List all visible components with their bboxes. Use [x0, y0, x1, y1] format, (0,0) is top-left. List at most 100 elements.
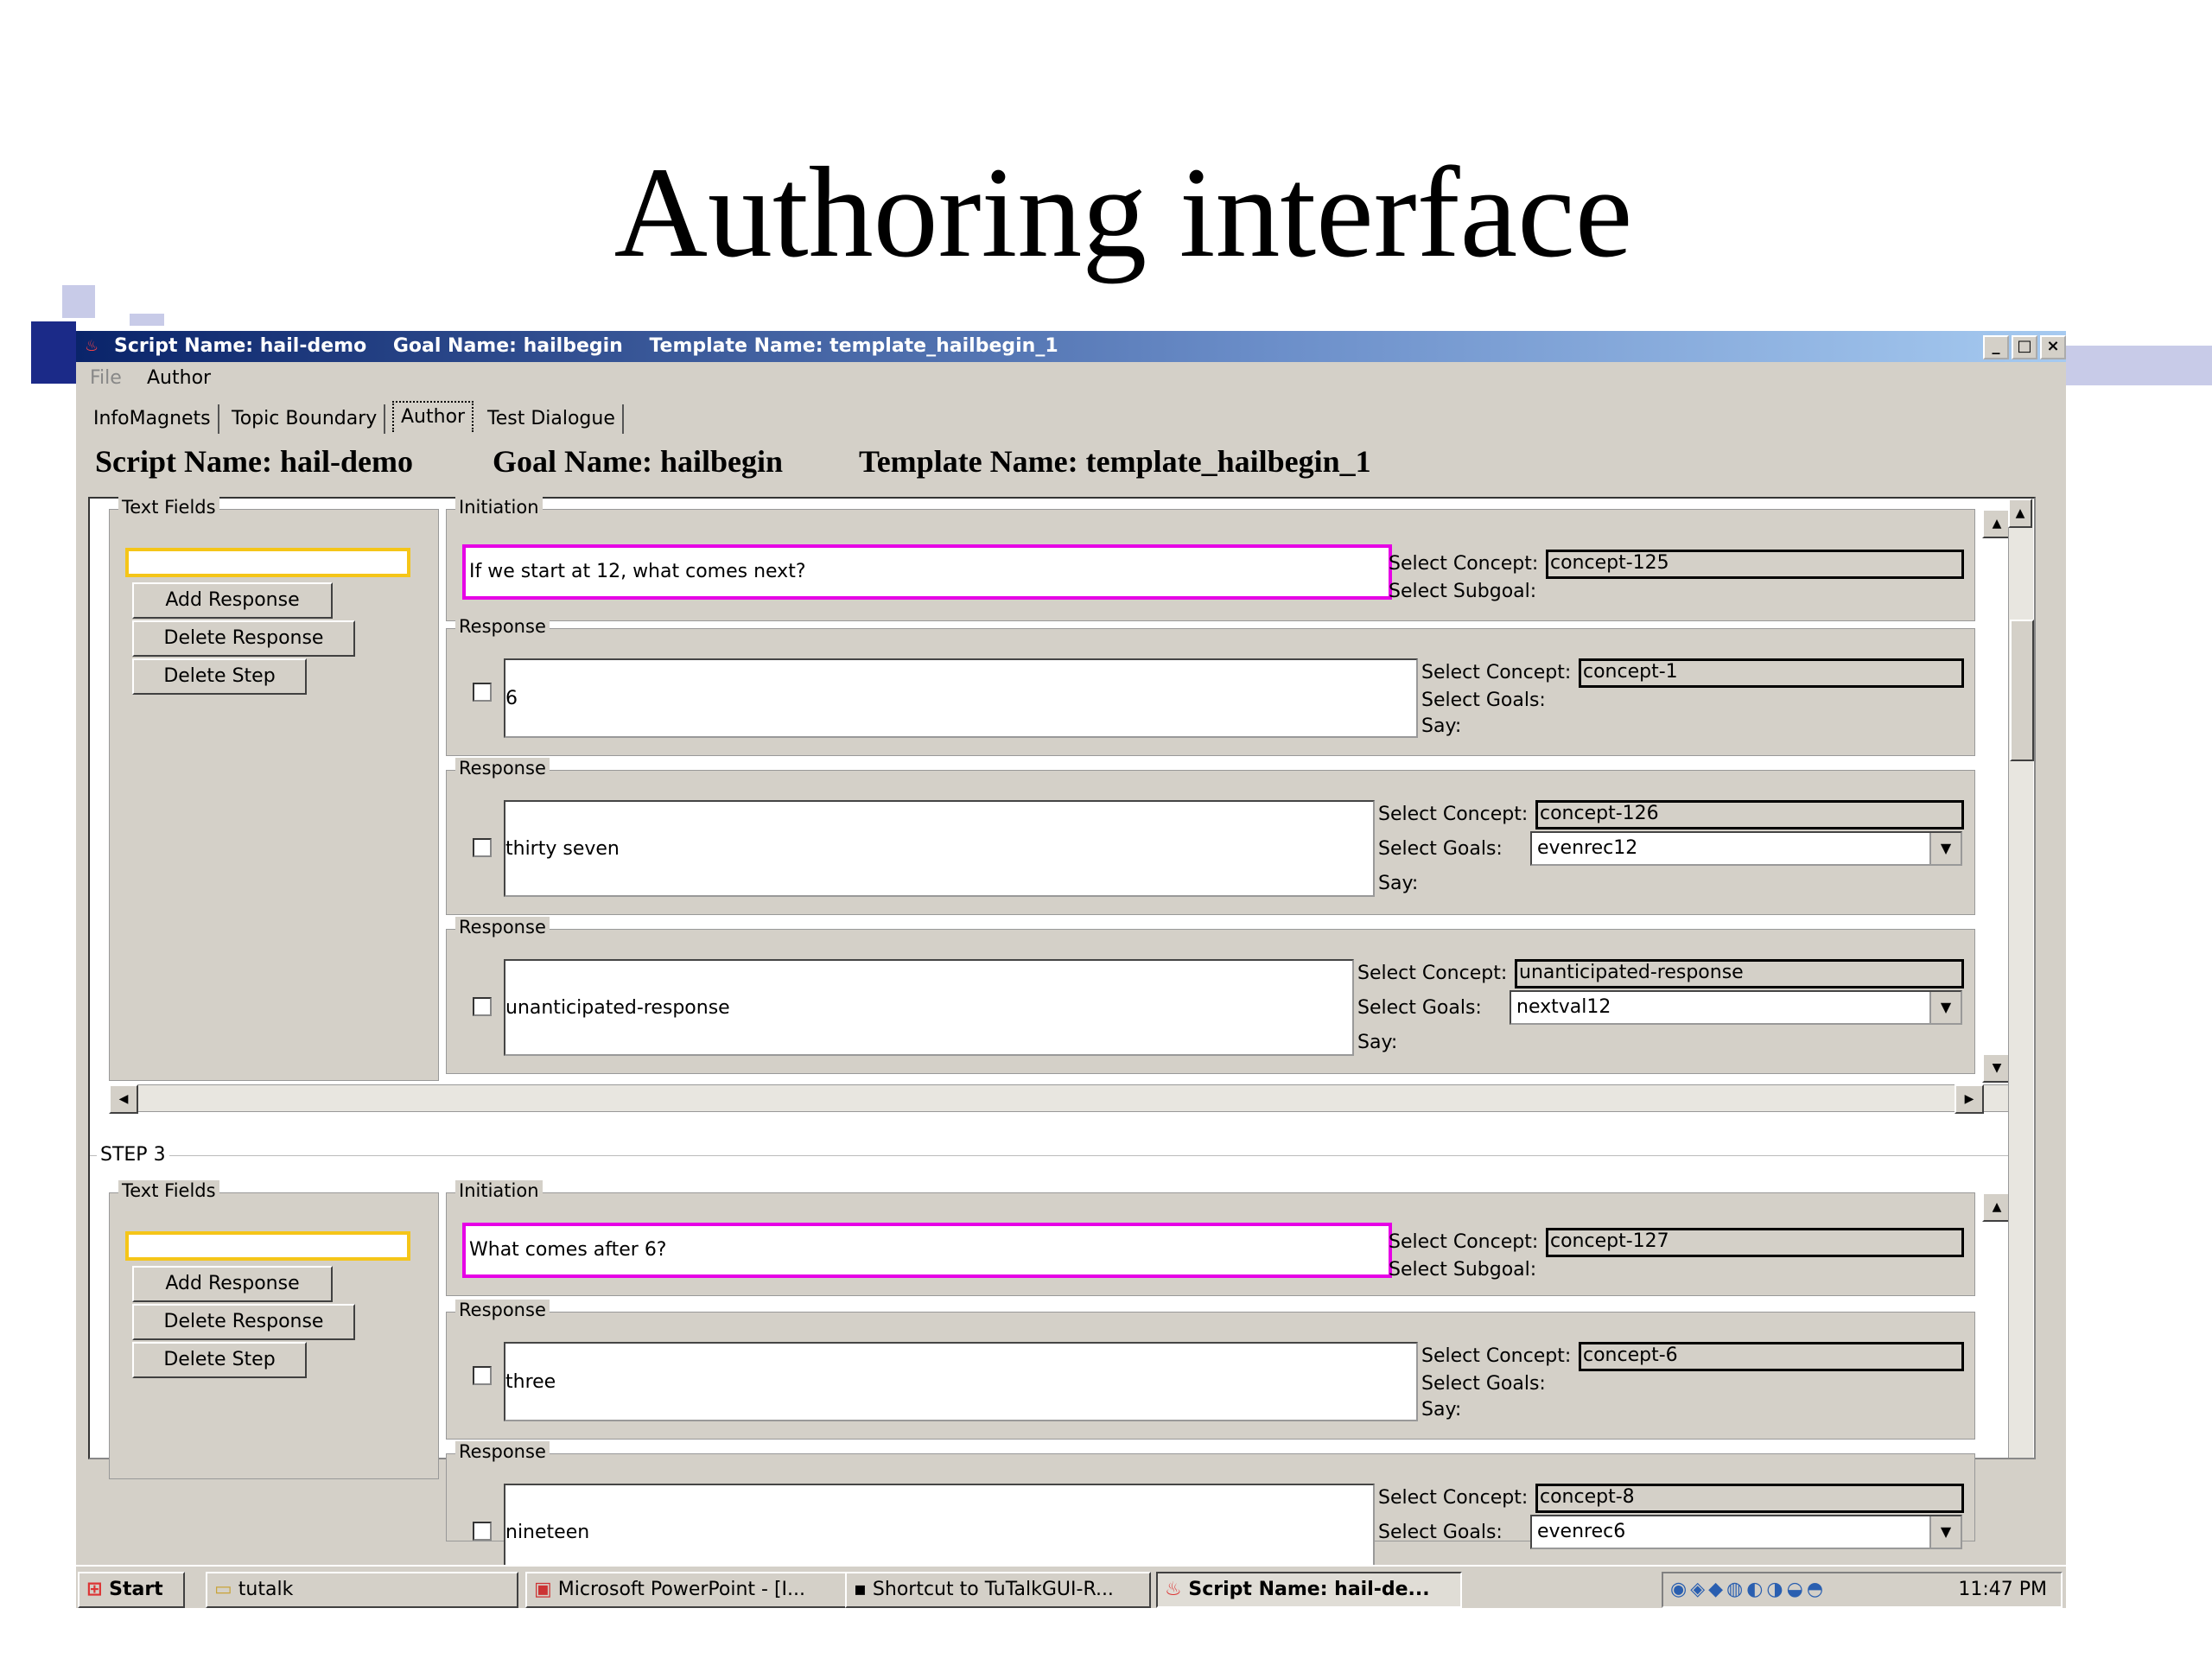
say-label: Say:: [1357, 1032, 1398, 1053]
response-checkbox[interactable]: [473, 997, 492, 1016]
select-goals-label: Select Goals:: [1421, 1373, 1546, 1395]
java-icon: ♨: [1165, 1579, 1182, 1600]
chevron-down-icon[interactable]: ▼: [1929, 992, 1961, 1023]
scroll-down-button[interactable]: ▼: [1982, 1053, 2012, 1083]
chevron-down-icon[interactable]: ▼: [1929, 1516, 1961, 1548]
goals-dropdown[interactable]: nextval12 ▼: [1510, 990, 1962, 1025]
minimize-button[interactable]: _: [1983, 335, 2009, 359]
text-fields-label: Text Fields: [118, 497, 219, 518]
response-group: Response thirty seven Select Concept: Se…: [446, 758, 1975, 915]
start-button[interactable]: ⊞ Start: [78, 1572, 185, 1608]
concept-field[interactable]: unanticipated-response: [1515, 959, 1964, 988]
taskbar-item-tutalk[interactable]: ▭ tutalk: [206, 1572, 518, 1608]
response-group: Response three Select Concept: Select Go…: [446, 1300, 1975, 1440]
steps-scroll-pane[interactable]: Text Fields Add Response Delete Response…: [88, 497, 2036, 1580]
response-label: Response: [455, 1441, 550, 1462]
windows-logo-icon: ⊞: [86, 1579, 103, 1600]
step-text-input[interactable]: [125, 1231, 410, 1261]
response-label: Response: [455, 917, 550, 938]
scroll-right-button[interactable]: ▶: [1955, 1084, 1984, 1114]
scroll-left-button[interactable]: ◀: [109, 1084, 138, 1114]
menu-file[interactable]: File: [90, 364, 122, 393]
tab-author[interactable]: Author: [392, 401, 474, 432]
goals-dropdown[interactable]: evenrec6 ▼: [1530, 1515, 1962, 1549]
response-checkbox[interactable]: [473, 1366, 492, 1385]
say-label: Say:: [1378, 873, 1419, 894]
add-response-button[interactable]: Add Response: [132, 1266, 333, 1302]
tab-topic-boundary[interactable]: Topic Boundary: [225, 404, 386, 434]
header-template-name: Template Name: template_hailbegin_1: [859, 444, 1371, 479]
step-2: Text Fields Add Response Delete Response…: [90, 497, 2012, 1129]
taskbar-item-label: Script Name: hail-de...: [1188, 1579, 1430, 1600]
goals-value: evenrec12: [1537, 837, 1638, 859]
clock: 11:47 PM: [1958, 1579, 2047, 1600]
taskbar-item-script[interactable]: ♨ Script Name: hail-de...: [1156, 1572, 1462, 1608]
taskbar-item-shortcut[interactable]: ▪ Shortcut to TuTalkGUI-R...: [845, 1572, 1151, 1608]
select-concept-label: Select Concept:: [1378, 804, 1529, 825]
close-button[interactable]: ×: [2040, 335, 2066, 359]
concept-field[interactable]: concept-126: [1535, 800, 1964, 830]
scroll-up-button[interactable]: ▲: [1982, 1192, 2012, 1222]
concept-field[interactable]: concept-125: [1546, 550, 1964, 579]
select-concept-label: Select Concept:: [1378, 1487, 1529, 1509]
select-concept-label: Select Concept:: [1389, 1231, 1539, 1253]
delete-response-button[interactable]: Delete Response: [132, 1304, 355, 1340]
chevron-down-icon[interactable]: ▼: [1929, 833, 1961, 864]
select-concept-label: Select Concept:: [1389, 553, 1539, 575]
decor-square: [62, 285, 95, 318]
delete-response-button[interactable]: Delete Response: [132, 620, 355, 657]
response-text: three: [505, 1371, 556, 1393]
text-fields-group: Text Fields Add Response Delete Response…: [109, 497, 439, 1081]
taskbar-item-label: Shortcut to TuTalkGUI-R...: [872, 1579, 1114, 1600]
text-fields-group: Text Fields Add Response Delete Response…: [109, 1180, 439, 1479]
initiation-text-field[interactable]: What comes after 6?: [462, 1223, 1392, 1278]
delete-step-button[interactable]: Delete Step: [132, 658, 307, 695]
response-text-field[interactable]: three: [504, 1342, 1418, 1421]
response-group: Response 6 Select Concept: Select Goals:…: [446, 616, 1975, 756]
app-window: ♨ Script Name: hail-demo Goal Name: hail…: [76, 331, 2066, 1608]
taskbar-item-powerpoint[interactable]: ▣ Microsoft PowerPoint - [I...: [525, 1572, 847, 1608]
text-fields-label: Text Fields: [118, 1180, 219, 1201]
response-text-field[interactable]: unanticipated-response: [504, 959, 1354, 1056]
response-checkbox[interactable]: [473, 683, 492, 702]
step-3-label: STEP 3: [97, 1144, 169, 1166]
window-title: Script Name: hail-demo Goal Name: hailbe…: [114, 335, 1058, 357]
add-response-button[interactable]: Add Response: [132, 582, 333, 619]
concept-field[interactable]: concept-1: [1579, 658, 1964, 688]
horizontal-scrollbar[interactable]: [109, 1084, 2010, 1112]
maximize-button[interactable]: □: [2012, 335, 2037, 359]
tab-infomagnets[interactable]: InfoMagnets: [86, 404, 219, 434]
scroll-up-button[interactable]: ▲: [1982, 509, 2012, 538]
initiation-text-field[interactable]: If we start at 12, what comes next?: [462, 544, 1392, 600]
step-text-input[interactable]: [125, 548, 410, 577]
initiation-label: Initiation: [455, 1180, 543, 1201]
goals-dropdown[interactable]: evenrec12 ▼: [1530, 831, 1962, 866]
response-text-field[interactable]: 6: [504, 658, 1418, 738]
slide-title: Authoring interface: [613, 141, 1633, 284]
menu-author[interactable]: Author: [147, 364, 211, 393]
response-text-field[interactable]: thirty seven: [504, 800, 1375, 897]
select-goals-label: Select Goals:: [1357, 997, 1482, 1019]
initiation-group: Initiation If we start at 12, what comes…: [446, 497, 1975, 621]
response-group: Response unanticipated-response Select C…: [446, 917, 1975, 1074]
select-concept-label: Select Concept:: [1421, 662, 1572, 683]
header-goal-name: Goal Name: hailbegin: [493, 444, 784, 479]
decor-square: [130, 314, 164, 326]
response-checkbox[interactable]: [473, 838, 492, 857]
tab-test-dialogue[interactable]: Test Dialogue: [480, 404, 624, 434]
concept-field[interactable]: concept-127: [1546, 1228, 1964, 1257]
tray-icons[interactable]: ◉◈◆◍◐◑◒◓: [1670, 1573, 1827, 1606]
delete-step-button[interactable]: Delete Step: [132, 1342, 307, 1378]
concept-field[interactable]: concept-6: [1579, 1342, 1964, 1371]
decor-square: [31, 321, 76, 384]
scroll-up-button[interactable]: ▲: [2008, 499, 2032, 528]
goals-value: evenrec6: [1537, 1521, 1626, 1542]
title-bar[interactable]: ♨ Script Name: hail-demo Goal Name: hail…: [76, 331, 2066, 362]
response-checkbox[interactable]: [473, 1522, 492, 1541]
say-label: Say:: [1421, 715, 1462, 737]
concept-field[interactable]: concept-8: [1535, 1484, 1964, 1513]
taskbar-item-label: tutalk: [238, 1579, 294, 1600]
scrollbar-thumb[interactable]: [2010, 620, 2034, 761]
select-goals-label: Select Goals:: [1378, 838, 1503, 860]
java-icon: ♨: [85, 337, 99, 355]
